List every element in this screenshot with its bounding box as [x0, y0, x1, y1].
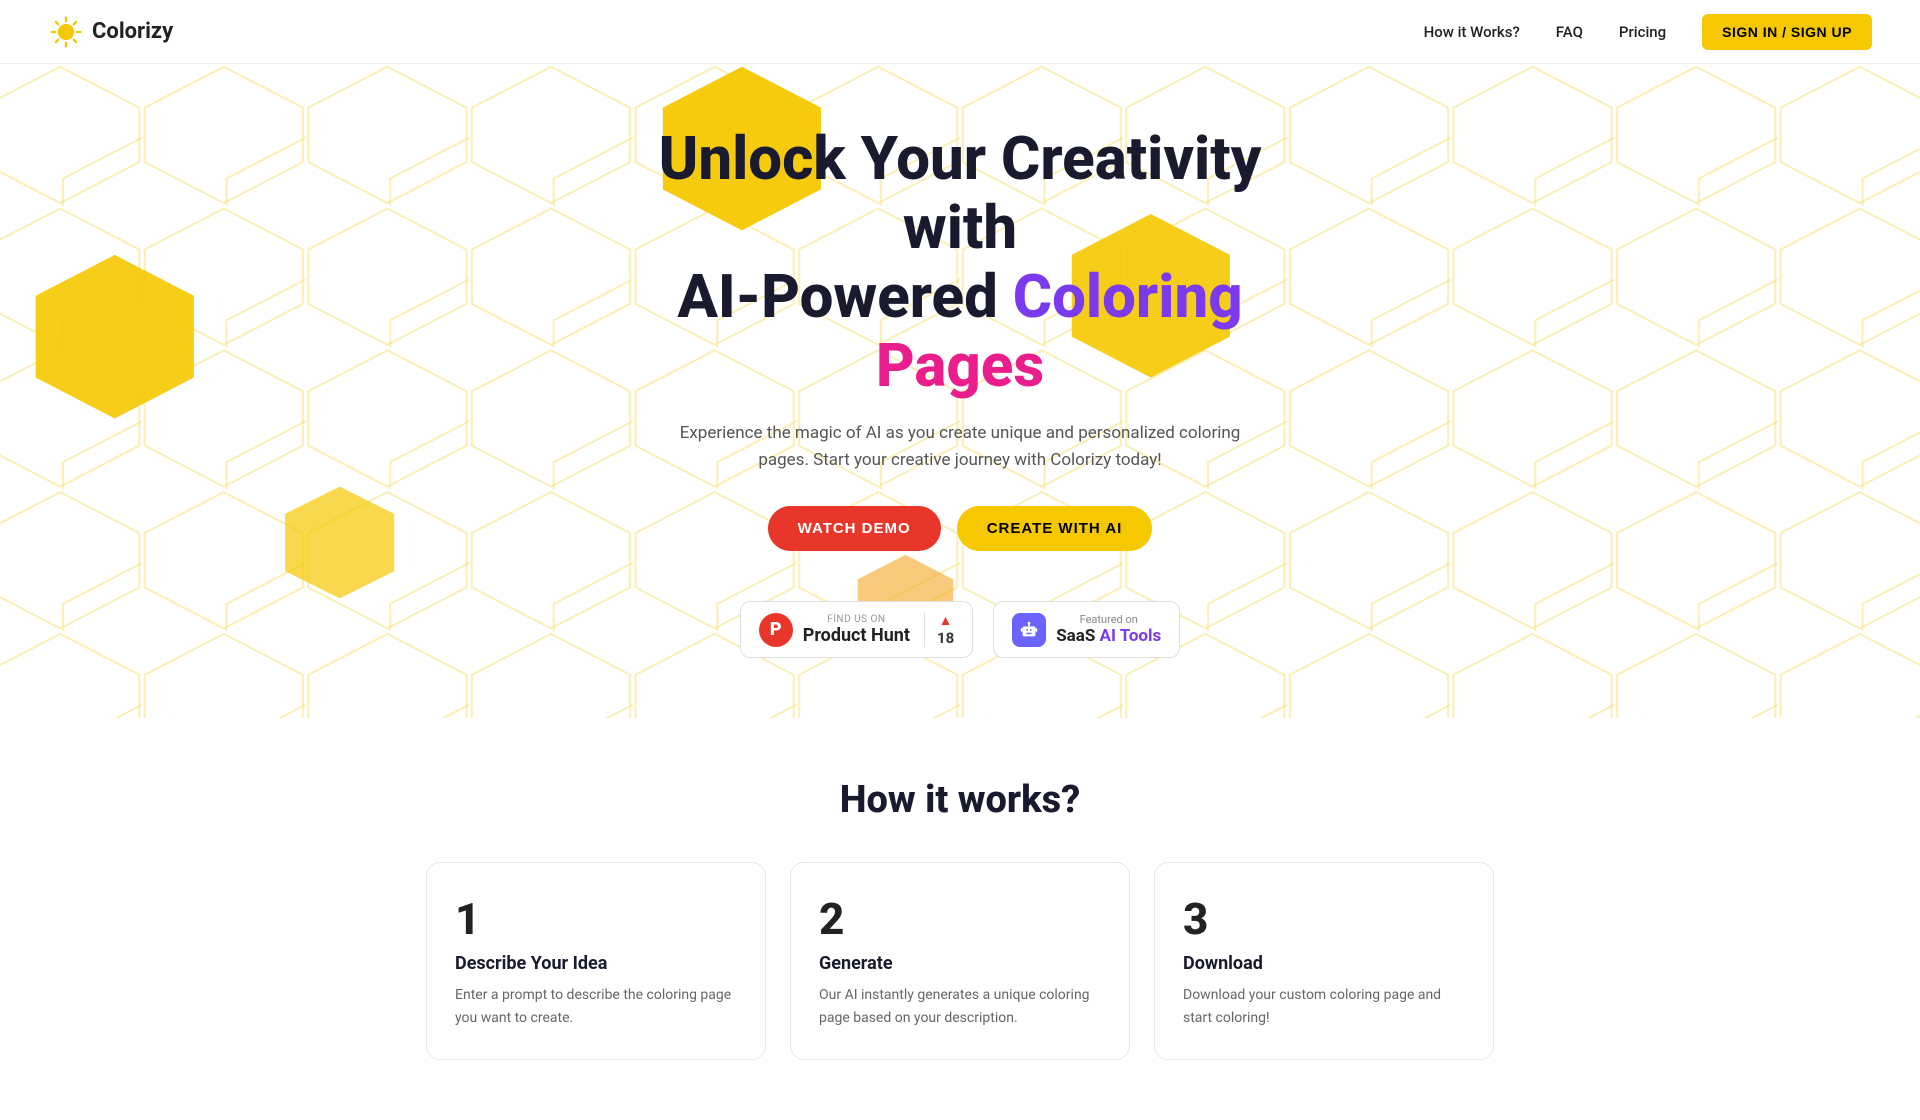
step-title: Describe Your Idea: [455, 953, 737, 974]
step-number: 3: [1183, 893, 1465, 945]
navbar: Colorizy How it Works? FAQ Pricing SIGN …: [0, 0, 1920, 64]
how-it-works-section: How it works? 1 Describe Your Idea Enter…: [0, 718, 1920, 1120]
product-hunt-icon: P: [759, 613, 793, 647]
step-description: Download your custom coloring page and s…: [1183, 984, 1465, 1029]
saas-name: SaaS AI Tools: [1056, 626, 1161, 646]
product-hunt-name: Product Hunt: [803, 625, 910, 646]
robot-icon: [1018, 619, 1040, 641]
step-card-1: 1 Describe Your Idea Enter a prompt to d…: [426, 862, 766, 1060]
create-with-ai-button[interactable]: CREATE WITH AI: [957, 506, 1153, 551]
logo[interactable]: Colorizy: [48, 14, 173, 50]
product-hunt-arrow: ▲: [939, 612, 953, 629]
product-hunt-count: ▲ 18: [924, 612, 954, 647]
step-card-2: 2 Generate Our AI instantly generates a …: [790, 862, 1130, 1060]
logo-icon: [48, 14, 84, 50]
step-card-3: 3 Download Download your custom coloring…: [1154, 862, 1494, 1060]
saas-badge[interactable]: Featured on SaaS AI Tools: [993, 601, 1180, 658]
nav-link-faq[interactable]: FAQ: [1556, 23, 1583, 41]
sign-in-button[interactable]: SIGN IN / SIGN UP: [1702, 14, 1872, 50]
step-title: Generate: [819, 953, 1101, 974]
product-hunt-text: FIND US ON Product Hunt: [803, 614, 910, 646]
saas-featured-label: Featured on: [1056, 613, 1161, 626]
step-description: Our AI instantly generates a unique colo…: [819, 984, 1101, 1029]
logo-text: Colorizy: [92, 19, 173, 44]
nav-link-pricing[interactable]: Pricing: [1619, 23, 1666, 41]
step-title: Download: [1183, 953, 1465, 974]
hero-subtitle: Experience the magic of AI as you create…: [670, 420, 1250, 474]
badge-row: P FIND US ON Product Hunt ▲ 18: [20, 601, 1900, 658]
saas-icon: [1012, 613, 1046, 647]
nav-links: How it Works? FAQ Pricing SIGN IN / SIGN…: [1424, 14, 1872, 50]
product-hunt-find-label: FIND US ON: [803, 614, 910, 625]
saas-text: Featured on SaaS AI Tools: [1056, 613, 1161, 646]
step-number: 1: [455, 893, 737, 945]
hero-headline: Unlock Your Creativity with AI-Powered C…: [610, 124, 1310, 400]
product-hunt-number: 18: [937, 629, 954, 647]
product-hunt-badge[interactable]: P FIND US ON Product Hunt ▲ 18: [740, 601, 973, 658]
hero-section: Unlock Your Creativity with AI-Powered C…: [0, 64, 1920, 718]
watch-demo-button[interactable]: WATCH DEMO: [768, 506, 941, 551]
steps-container: 1 Describe Your Idea Enter a prompt to d…: [40, 862, 1880, 1060]
hero-content: Unlock Your Creativity with AI-Powered C…: [20, 124, 1900, 658]
hero-buttons: WATCH DEMO CREATE WITH AI: [20, 506, 1900, 551]
nav-link-how[interactable]: How it Works?: [1424, 23, 1520, 41]
step-description: Enter a prompt to describe the coloring …: [455, 984, 737, 1029]
how-it-works-title: How it works?: [40, 778, 1880, 822]
step-number: 2: [819, 893, 1101, 945]
